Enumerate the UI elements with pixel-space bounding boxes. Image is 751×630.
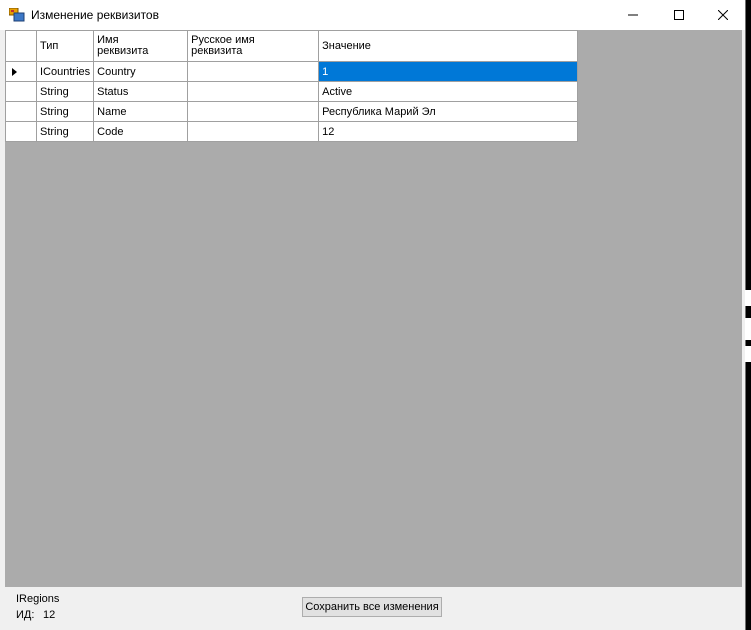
requisites-grid[interactable]: Тип Имя реквизита Русское имя реквизита … (5, 30, 579, 142)
footer-panel: IRegions ИД: 12 Сохранить все изменения (0, 587, 745, 630)
column-header-russian-name[interactable]: Русское имя реквизита (187, 30, 320, 62)
row-header[interactable] (5, 101, 37, 122)
column-header-name-line2: реквизита (97, 45, 149, 57)
close-icon (718, 10, 728, 20)
column-header-value-label: Значение (322, 39, 371, 52)
maximize-icon (674, 10, 684, 20)
cell-type[interactable]: String (35, 121, 95, 142)
background-window-fragment (745, 318, 751, 340)
row-header[interactable] (5, 61, 37, 82)
grid-area[interactable]: Тип Имя реквизита Русское имя реквизита … (5, 30, 742, 587)
entity-name-label: IRegions (16, 593, 60, 605)
cell-russian-name[interactable] (187, 101, 320, 122)
grid-header-row: Тип Имя реквизита Русское имя реквизита … (5, 30, 579, 62)
column-header-name[interactable]: Имя реквизита (93, 30, 189, 62)
cell-name[interactable]: Country (93, 61, 189, 82)
column-header-type[interactable]: Тип (35, 30, 95, 62)
column-header-type-label: Тип (40, 39, 59, 52)
cell-type[interactable]: String (35, 101, 95, 122)
minimize-icon (628, 14, 638, 16)
cell-russian-name[interactable] (187, 61, 320, 82)
cell-russian-name[interactable] (187, 81, 320, 102)
cell-value[interactable]: Республика Марий Эл (318, 101, 579, 122)
window-title: Изменение реквизитов (31, 8, 159, 22)
cell-value[interactable]: 12 (318, 121, 579, 142)
id-label: ИД: (16, 609, 35, 621)
minimize-button[interactable] (610, 0, 656, 30)
row-header[interactable] (5, 81, 37, 102)
column-header-russian-name-line2: реквизита (191, 45, 243, 57)
cell-name[interactable]: Status (93, 81, 189, 102)
requisites-window: Изменение реквизитов Тип Имя реквизита Р… (0, 0, 746, 630)
title-bar[interactable]: Изменение реквизитов (0, 0, 745, 30)
table-row[interactable]: String Status Active (5, 81, 579, 102)
cell-type[interactable]: String (35, 81, 95, 102)
id-value: 12 (43, 609, 56, 621)
column-header-value[interactable]: Значение (318, 30, 579, 62)
maximize-button[interactable] (656, 0, 702, 30)
background-window-fragment (745, 346, 751, 362)
cell-value[interactable]: 1 (318, 61, 579, 82)
close-button[interactable] (700, 0, 746, 30)
save-all-button[interactable]: Сохранить все изменения (302, 597, 442, 617)
background-window-fragment (745, 290, 751, 306)
current-row-arrow-icon (12, 67, 17, 76)
row-header-corner[interactable] (5, 30, 37, 62)
cell-name[interactable]: Name (93, 101, 189, 122)
cell-russian-name[interactable] (187, 121, 320, 142)
app-icon (9, 8, 25, 22)
cell-value[interactable]: Active (318, 81, 579, 102)
table-row[interactable]: String Name Республика Марий Эл (5, 101, 579, 122)
row-header[interactable] (5, 121, 37, 142)
table-row[interactable]: String Code 12 (5, 121, 579, 142)
table-row[interactable]: ICountries Country 1 (5, 61, 579, 82)
cell-name[interactable]: Code (93, 121, 189, 142)
cell-type[interactable]: ICountries (35, 61, 95, 82)
